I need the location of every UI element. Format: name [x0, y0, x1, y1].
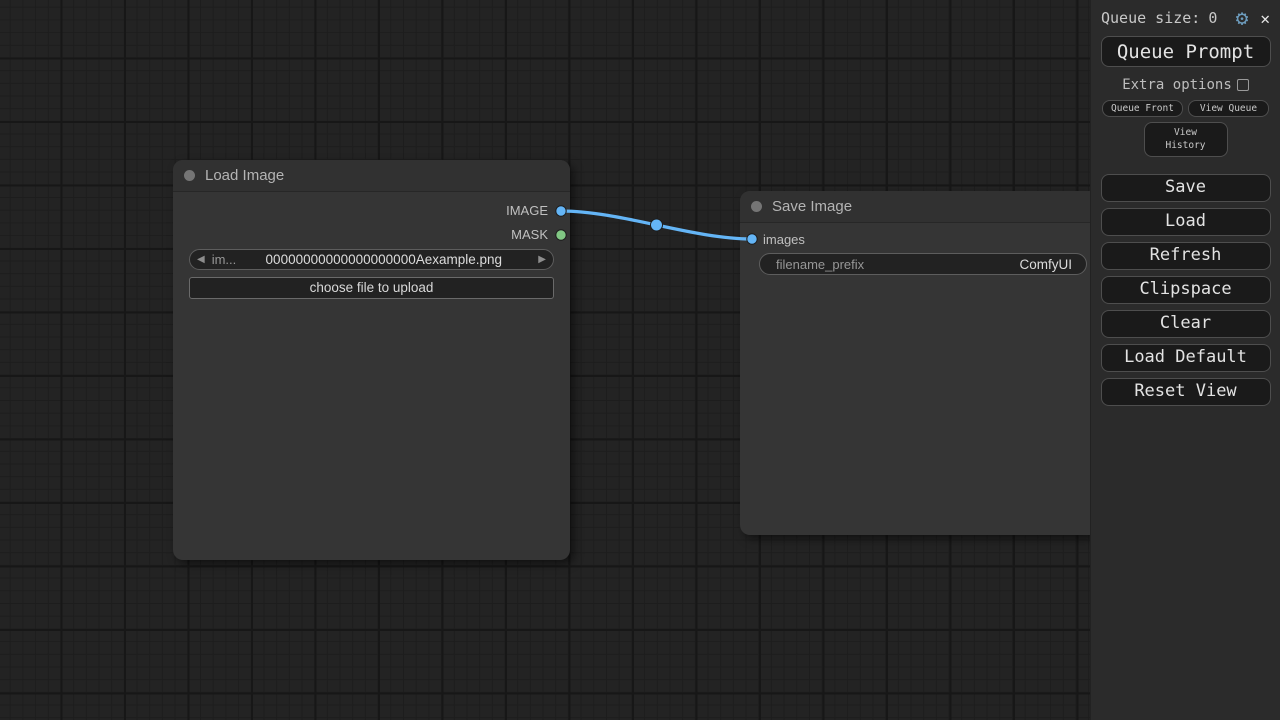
choose-file-button[interactable]: choose file to upload: [189, 277, 554, 299]
queue-controls-row: Queue Front View Queue: [1102, 100, 1269, 117]
extra-options-label: Extra options: [1122, 77, 1232, 93]
queue-size-label: Queue size:: [1101, 9, 1200, 27]
node-load-image-titlebar[interactable]: Load Image: [173, 160, 570, 192]
queue-size-value: 0: [1208, 9, 1217, 27]
node-save-image[interactable]: Save Image images filename_prefix ComfyU…: [740, 191, 1090, 535]
extra-options-checkbox[interactable]: [1237, 79, 1249, 91]
refresh-button[interactable]: Refresh: [1101, 242, 1271, 270]
combo-left-arrow-icon[interactable]: ◀: [190, 254, 212, 265]
filename-prefix-widget[interactable]: filename_prefix ComfyUI: [759, 253, 1087, 275]
view-history-label: View History: [1158, 126, 1214, 153]
load-button[interactable]: Load: [1101, 208, 1271, 236]
link-midpoint-dot[interactable]: [651, 219, 663, 231]
view-history-button[interactable]: View History: [1144, 122, 1228, 157]
image-link[interactable]: [561, 211, 752, 239]
widget-value: ComfyUI: [1019, 257, 1086, 272]
image-filename-combo[interactable]: ◀ im... 00000000000000000000Aexample.png…: [189, 249, 554, 270]
node-save-image-titlebar[interactable]: Save Image: [740, 191, 1090, 223]
node-title: Save Image: [772, 198, 852, 215]
close-menu-icon[interactable]: ✕: [1260, 9, 1270, 28]
output-label-mask: MASK: [428, 227, 548, 243]
node-title: Load Image: [205, 167, 284, 184]
node-status-dot-icon: [184, 170, 195, 181]
combo-right-arrow-icon[interactable]: ▶: [531, 254, 553, 265]
clear-button[interactable]: Clear: [1101, 310, 1271, 338]
settings-gear-icon[interactable]: ⚙: [1236, 8, 1249, 28]
queue-prompt-button[interactable]: Queue Prompt: [1101, 36, 1271, 67]
reset-view-button[interactable]: Reset View: [1101, 378, 1271, 406]
output-label-image: IMAGE: [428, 203, 548, 219]
widget-name: filename_prefix: [760, 257, 864, 272]
combo-widget-value: 00000000000000000000Aexample.png: [236, 252, 531, 267]
input-label-images: images: [763, 232, 805, 248]
node-load-image[interactable]: Load Image IMAGE MASK ◀ im... 0000000000…: [173, 160, 570, 560]
load-default-button[interactable]: Load Default: [1101, 344, 1271, 372]
view-queue-button[interactable]: View Queue: [1188, 100, 1269, 117]
clipspace-button[interactable]: Clipspace: [1101, 276, 1271, 304]
save-button[interactable]: Save: [1101, 174, 1271, 202]
menu-header: Queue size: 0 ⚙ ✕: [1091, 0, 1280, 30]
combo-widget-name: im...: [212, 252, 237, 267]
extra-options-row: Extra options: [1091, 77, 1280, 93]
queue-front-button[interactable]: Queue Front: [1102, 100, 1183, 117]
graph-canvas[interactable]: Load Image IMAGE MASK ◀ im... 0000000000…: [0, 0, 1090, 720]
node-status-dot-icon: [751, 201, 762, 212]
comfy-menu: Queue size: 0 ⚙ ✕ Queue Prompt Extra opt…: [1090, 0, 1280, 720]
